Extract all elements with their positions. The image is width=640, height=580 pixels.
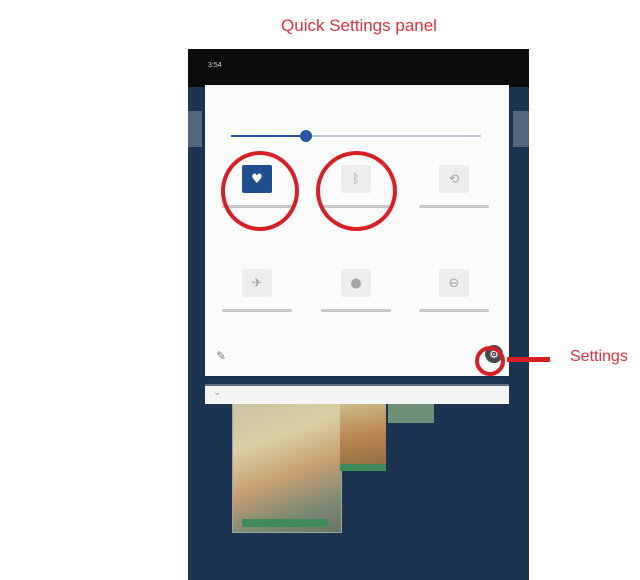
tablet-screen: 3:54 ♥ ᛒ ⟲ ✈ ● ⊖ ✎ ⚙ ⌄ <box>188 49 529 580</box>
background-photo-thumbnail <box>232 401 342 533</box>
tile-auto-rotate[interactable]: ⟲ <box>419 155 489 225</box>
pencil-icon[interactable]: ✎ <box>216 349 226 363</box>
background-edge-left <box>188 111 202 147</box>
thumbnail-caption-bar <box>242 519 328 527</box>
highlight-circle-wifi-tile <box>221 151 299 231</box>
airplane-mode-icon: ✈ <box>242 269 272 297</box>
thumbnail-caption-bar <box>340 464 386 471</box>
tile-label <box>419 309 489 312</box>
do-not-disturb-icon: ⊖ <box>439 269 469 297</box>
tile-do-not-disturb[interactable]: ⊖ <box>419 259 489 329</box>
tile-airplane-mode[interactable]: ✈ <box>222 259 292 329</box>
status-bar: 3:54 <box>188 49 529 87</box>
status-time: 3:54 <box>208 62 222 69</box>
tile-location[interactable]: ● <box>321 259 391 329</box>
callout-line <box>507 357 550 362</box>
highlight-circle-settings <box>475 346 505 376</box>
background-photo-thumbnail <box>388 401 434 423</box>
tile-label <box>321 309 391 312</box>
settings-callout-label: Settings <box>570 348 628 365</box>
notification-row[interactable]: ⌄ <box>205 384 509 404</box>
highlight-circle-bluetooth-tile <box>316 151 397 231</box>
auto-rotate-icon: ⟲ <box>439 165 469 193</box>
background-photo-thumbnail <box>340 401 386 471</box>
location-icon: ● <box>341 269 371 297</box>
background-edge-right <box>513 111 529 147</box>
tile-label <box>419 205 489 208</box>
figure-caption: Quick Settings panel <box>281 16 437 35</box>
brightness-slider-fill <box>231 135 306 137</box>
chevron-down-icon[interactable]: ⌄ <box>213 387 221 398</box>
brightness-slider-thumb[interactable] <box>300 130 312 142</box>
tile-label <box>222 309 292 312</box>
